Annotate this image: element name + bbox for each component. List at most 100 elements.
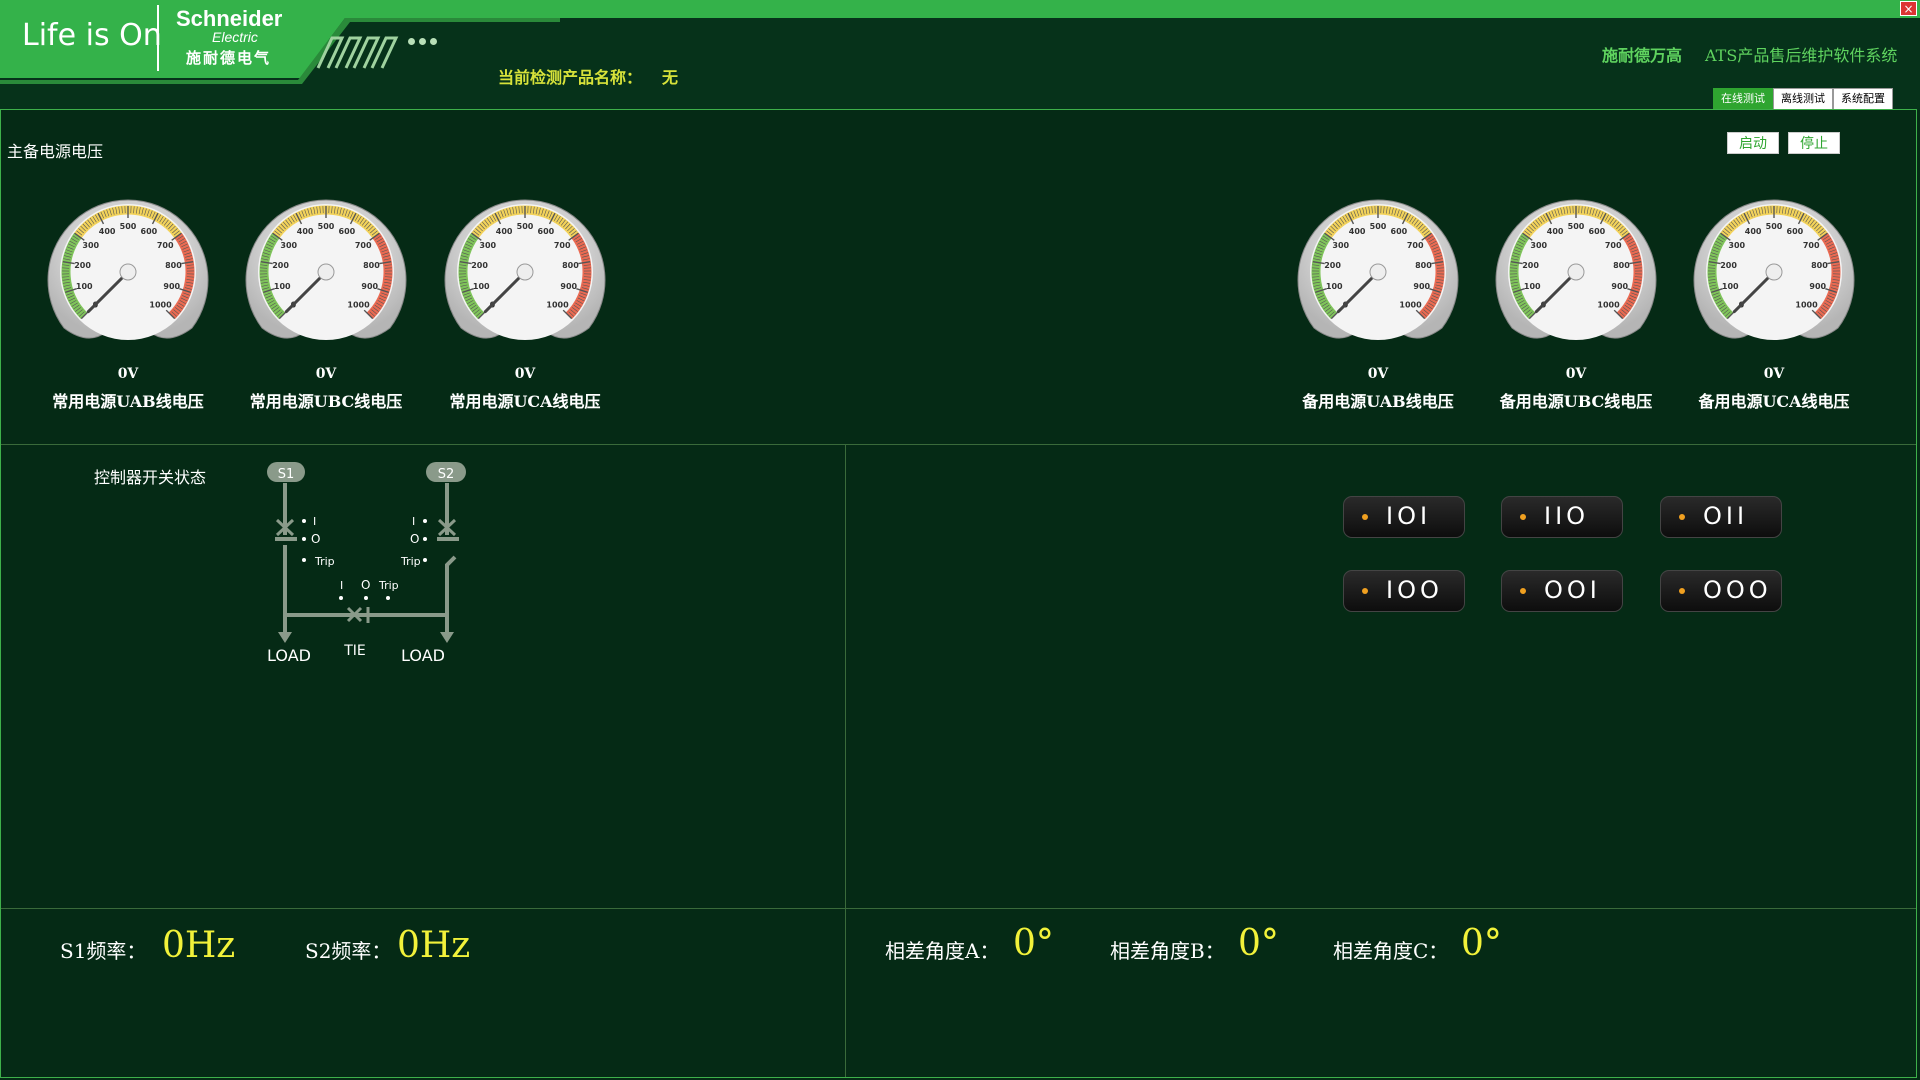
brand-cn: 施耐德电气 [186,50,272,67]
gauge-value: 0V [1367,366,1389,382]
gauge-tick-label: 800 [165,261,182,270]
gauge-tick-label: 100 [1524,282,1541,291]
deco-dots [408,30,441,49]
voltage-gauge: 01002003004005006007008009001000 [1297,199,1459,340]
voltage-gauge: 01002003004005006007008009001000 [245,199,407,340]
gauge-label: 常用电源UBC线电压 [249,392,403,411]
gauge-tick-label: 500 [1766,222,1783,231]
gauge-tick-label: 600 [1787,227,1804,236]
status-dot [1520,514,1526,520]
s1-frequency-value: 0Hz [162,925,236,966]
s1-frequency-label: S1频率： [60,939,147,963]
gauge-tick-label: 300 [1728,241,1745,250]
gauge-hub [1765,263,1783,281]
s2-frequency-label: S2频率： [305,939,392,963]
gauge-tick-label: 200 [1720,261,1737,270]
gauge-tick-label: 600 [1391,227,1408,236]
phase-c-value: 0° [1461,923,1502,964]
product-value: 无 [662,68,679,87]
svg-text:LOAD: LOAD [267,646,311,665]
gauge-hub [1369,263,1387,281]
tab-offline-test[interactable]: 离线测试 [1773,88,1833,110]
gauge-tick-label: 400 [496,227,513,236]
gauge-value: 0V [1565,366,1587,382]
gauge-tick-label: 100 [473,282,490,291]
tab-bar: 在线测试 离线测试 系统配置 [1713,88,1893,110]
state-button-IOI[interactable]: IOI [1343,496,1465,538]
divider [845,445,846,1077]
divider [1,444,1916,445]
gauge-tick-label: 500 [318,222,335,231]
svg-text:Trip: Trip [314,555,335,568]
gauge-tick-label: 900 [560,282,577,291]
gauge-tick-label: 700 [157,241,174,250]
gauge-tick-label: 900 [361,282,378,291]
svg-text:I: I [313,515,316,528]
gauge-tick-label: 500 [517,222,534,231]
voltage-gauge: 01002003004005006007008009001000 [1693,199,1855,340]
gauge-tick-label: 1000 [1795,301,1818,310]
gauge-value: 0V [514,366,536,382]
gauge-tick-label: 400 [1349,227,1366,236]
gauge-value: 0V [1763,366,1785,382]
gauge-tick-label: 500 [1568,222,1585,231]
gauge-tick-label: 800 [363,261,380,270]
close-button[interactable]: × [1900,1,1917,16]
gauge-tick-label: 800 [1415,261,1432,270]
gauge-label: 常用电源UAB线电压 [52,392,204,411]
voltage-gauge: 01002003004005006007008009001000 [1495,199,1657,340]
gauge-label: 常用电源UCA线电压 [449,392,601,411]
svg-text:O: O [410,532,419,546]
gauge-tick-label: 400 [99,227,116,236]
svg-text:I: I [340,579,343,592]
gauge-tick-label: 400 [1745,227,1762,236]
gauge-label: 备用电源UBC线电压 [1499,392,1653,411]
gauge-tick-label: 1000 [1597,301,1620,310]
svg-text:S2: S2 [438,467,455,482]
state-button-IIO[interactable]: IIO [1501,496,1623,538]
svg-text:Trip: Trip [378,579,399,592]
stop-button[interactable]: 停止 [1788,132,1840,154]
gauge-tick-label: 200 [471,261,488,270]
gauge-tick-label: 800 [562,261,579,270]
gauge-tick-label: 500 [1370,222,1387,231]
svg-text:I: I [412,515,415,528]
state-button-IOO[interactable]: IOO [1343,570,1465,612]
gauge-tick-label: 400 [297,227,314,236]
start-button[interactable]: 启动 [1727,132,1779,154]
svg-text:Trip: Trip [400,555,421,568]
svg-text:TIE: TIE [343,643,366,659]
state-button-OOI[interactable]: OOI [1501,570,1623,612]
phase-c-label: 相差角度C： [1333,939,1449,963]
gauge-tick-label: 100 [1722,282,1739,291]
phase-a-value: 0° [1013,923,1054,964]
gauge-tick-label: 600 [1589,227,1606,236]
status-dot [1520,588,1526,594]
gauge-tick-label: 100 [1326,282,1343,291]
divider [1,908,1916,909]
gauge-tick-label: 700 [1803,241,1820,250]
voltage-gauge: 01002003004005006007008009001000 [444,199,606,340]
gauge-value: 0V [315,366,337,382]
gauge-tick-label: 300 [1530,241,1547,250]
gauge-tick-label: 500 [120,222,137,231]
state-button-OOO[interactable]: OOO [1660,570,1782,612]
voltage-section-title: 主备电源电压 [7,142,104,161]
phase-b-value: 0° [1238,923,1279,964]
status-dot [1679,588,1685,594]
s2-frequency-value: 0Hz [397,925,471,966]
gauge-tick-label: 100 [274,282,291,291]
gauge-label: 备用电源UCA线电压 [1698,392,1850,411]
gauge-tick-label: 1000 [1399,301,1422,310]
gauge-tick-label: 400 [1547,227,1564,236]
tab-online-test[interactable]: 在线测试 [1713,88,1773,110]
state-button-OII[interactable]: OII [1660,496,1782,538]
gauge-tick-label: 600 [141,227,158,236]
tab-system-config[interactable]: 系统配置 [1833,88,1893,110]
gauge-hub [317,263,335,281]
gauge-tick-label: 700 [1407,241,1424,250]
svg-text:O: O [361,578,370,592]
gauge-tick-label: 900 [1809,282,1826,291]
gauge-tick-label: 300 [479,241,496,250]
gauge-tick-label: 600 [538,227,555,236]
